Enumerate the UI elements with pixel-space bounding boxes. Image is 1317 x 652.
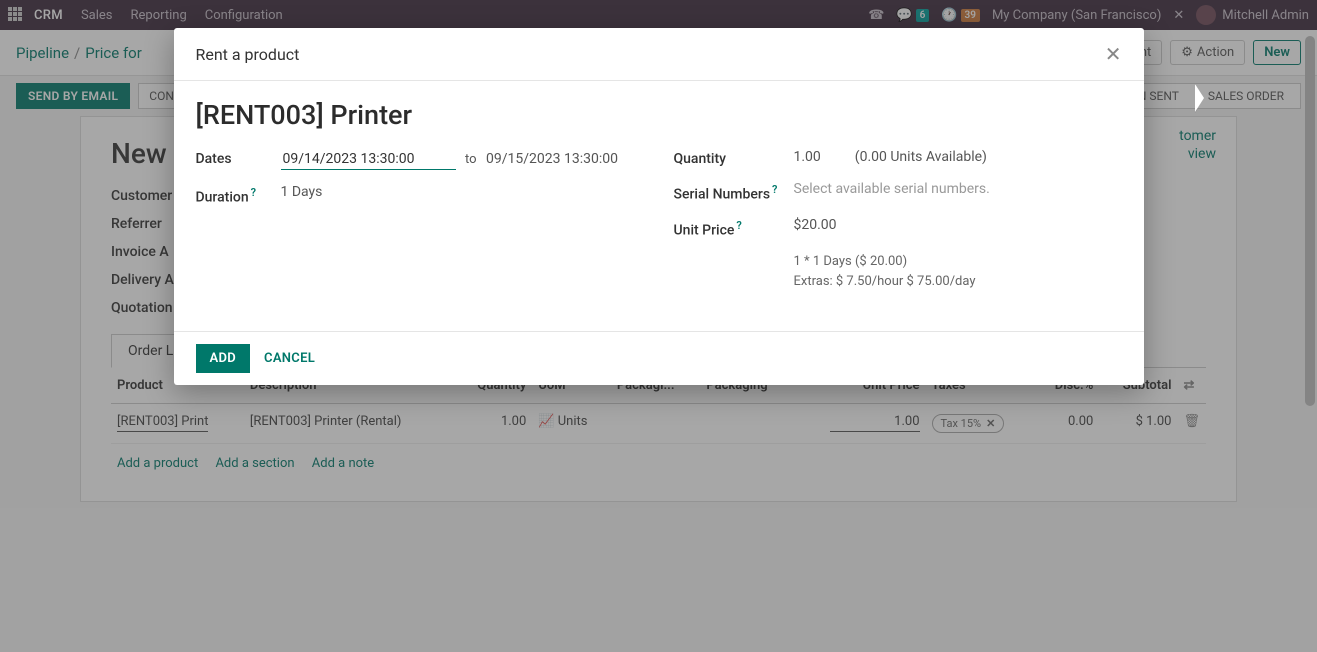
price-calc-line: 1 * 1 Days ($ 20.00) — [794, 252, 976, 272]
rent-product-modal: Rent a product ✕ [RENT003] Printer Dates… — [174, 28, 1144, 385]
duration-value: 1 Days — [281, 184, 323, 200]
label-to: to — [465, 152, 477, 167]
label-serial-numbers: Serial Numbers? — [674, 181, 794, 203]
quantity-value[interactable]: 1.00 — [794, 149, 821, 165]
add-button[interactable]: ADD — [196, 344, 251, 373]
date-from-input[interactable] — [281, 149, 456, 170]
serial-placeholder[interactable]: Select available serial numbers. — [794, 181, 990, 197]
label-quantity: Quantity — [674, 149, 794, 167]
label-unit-price: Unit Price? — [674, 217, 794, 239]
label-dates: Dates — [196, 149, 281, 167]
price-extras-line: Extras: $ 7.50/hour $ 75.00/day — [794, 272, 976, 292]
help-duration-icon[interactable]: ? — [251, 186, 256, 199]
close-icon[interactable]: ✕ — [1105, 42, 1122, 66]
help-unit-price-icon[interactable]: ? — [736, 219, 741, 232]
availability-text: (0.00 Units Available) — [855, 149, 987, 165]
modal-overlay: Rent a product ✕ [RENT003] Printer Dates… — [0, 0, 1317, 652]
unit-price-value[interactable]: $20.00 — [794, 217, 837, 233]
product-heading: [RENT003] Printer — [196, 99, 1122, 131]
help-serial-icon[interactable]: ? — [772, 183, 777, 196]
label-duration: Duration? — [196, 184, 281, 206]
modal-title: Rent a product — [196, 45, 300, 64]
cancel-button[interactable]: CANCEL — [264, 351, 315, 366]
date-to-value[interactable]: 09/15/2023 13:30:00 — [486, 151, 618, 167]
